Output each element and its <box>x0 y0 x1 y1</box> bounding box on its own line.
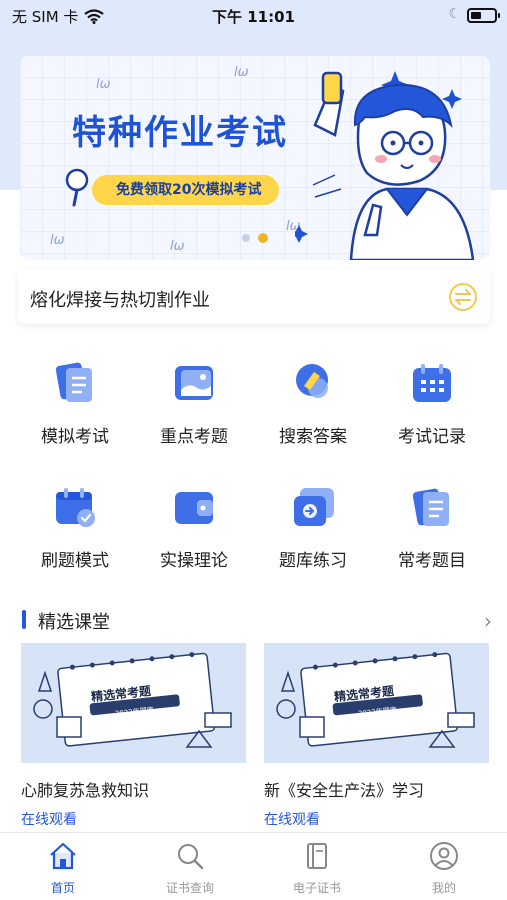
grid-item-mock-exam[interactable]: 模拟考试 <box>15 360 135 447</box>
status-time: 下午 11:01 <box>212 8 295 26</box>
book-icon <box>307 843 327 869</box>
doodle-decoration: lω <box>96 77 111 92</box>
doodle-decoration: lω <box>234 65 249 80</box>
tab-e-certificate[interactable]: 电子证书 <box>272 841 362 896</box>
section-accent-bar <box>22 610 26 629</box>
moon-icon: ☾ <box>448 6 461 22</box>
course-card[interactable]: 精选常考题 2022年题库 新《安全生产法》学习 在线观看 <box>264 643 489 829</box>
bottom-tab-bar: 首页 证书查询 电子证书 我的 <box>0 832 507 900</box>
grid-item-question-bank[interactable]: 题库练习 <box>253 484 373 571</box>
search-answer-icon <box>290 360 336 406</box>
wallet-icon <box>171 484 217 530</box>
image-icon <box>171 360 217 406</box>
grid-item-label: 搜索答案 <box>279 427 347 447</box>
document-icon <box>52 360 98 406</box>
grid-item-practical-theory[interactable]: 实操理论 <box>134 484 254 571</box>
tab-label: 证书查询 <box>165 881 214 895</box>
category-selector[interactable]: 熔化焊接与热切割作业 <box>18 270 490 324</box>
grid-item-label: 刷题模式 <box>41 551 109 571</box>
grid-item-label: 题库练习 <box>279 551 347 571</box>
notebook-illustration-icon <box>264 643 489 763</box>
section-title: 精选课堂 <box>38 612 110 633</box>
calendar-check-icon <box>52 484 98 530</box>
category-label: 熔化焊接与热切割作业 <box>30 290 210 311</box>
watch-online-link[interactable]: 在线观看 <box>264 809 489 829</box>
grid-item-frequent-questions[interactable]: 常考题目 <box>372 484 492 571</box>
tab-home[interactable]: 首页 <box>18 841 108 896</box>
free-exam-pill[interactable]: 免费领取20次模拟考试 <box>92 175 280 205</box>
swap-icon[interactable] <box>448 282 478 312</box>
grid-item-label: 重点考题 <box>160 427 228 447</box>
grid-item-search-answer[interactable]: 搜索答案 <box>253 360 373 447</box>
status-bar: 无 SIM 卡 下午 11:01 ☾ <box>0 0 507 30</box>
tab-label: 首页 <box>50 881 75 895</box>
watch-online-link[interactable]: 在线观看 <box>21 809 246 829</box>
list-document-icon <box>409 484 455 530</box>
course-title: 心肺复苏急救知识 <box>21 781 150 800</box>
search-icon <box>178 844 204 870</box>
course-thumbnail: 精选常考题 2022年题库 <box>264 643 489 763</box>
tab-label: 我的 <box>431 881 456 895</box>
tab-label: 电子证书 <box>292 881 341 895</box>
student-illustration-icon <box>295 71 475 260</box>
pagination-dot-active[interactable] <box>258 233 268 243</box>
tab-me[interactable]: 我的 <box>399 841 489 896</box>
banner-pagination <box>242 233 268 243</box>
home-icon <box>50 842 76 870</box>
tab-certificate-query[interactable]: 证书查询 <box>145 841 235 896</box>
promo-banner[interactable]: lω lω lω lω lω 特种作业考试 免费领取20次模拟考试 <box>20 55 490 260</box>
doodle-decoration: lω <box>50 233 65 248</box>
grid-item-practice-mode[interactable]: 刷题模式 <box>15 484 135 571</box>
doodle-decoration: lω <box>170 239 185 254</box>
chevron-right-icon[interactable]: › <box>484 609 492 633</box>
grid-item-label: 考试记录 <box>398 427 466 447</box>
magnifier-icon <box>65 168 89 207</box>
pagination-dot[interactable] <box>242 234 250 242</box>
course-title: 新《安全生产法》学习 <box>264 781 425 800</box>
course-thumbnail: 精选常考题 2022年题库 <box>21 643 246 763</box>
grid-item-label: 实操理论 <box>160 551 228 571</box>
section-header[interactable]: 精选课堂 › <box>22 607 492 633</box>
banner-title: 特种作业考试 <box>72 113 288 153</box>
calendar-icon <box>409 360 455 406</box>
battery-icon <box>467 8 500 23</box>
grid-item-label: 常考题目 <box>398 551 466 571</box>
arrow-card-icon <box>290 484 336 530</box>
user-icon <box>430 842 458 870</box>
course-card[interactable]: 精选常考题 2022年题库 心肺复苏急救知识 在线观看 <box>21 643 246 829</box>
grid-item-exam-records[interactable]: 考试记录 <box>372 360 492 447</box>
grid-item-key-questions[interactable]: 重点考题 <box>134 360 254 447</box>
notebook-illustration-icon <box>21 643 246 763</box>
grid-item-label: 模拟考试 <box>41 427 109 447</box>
